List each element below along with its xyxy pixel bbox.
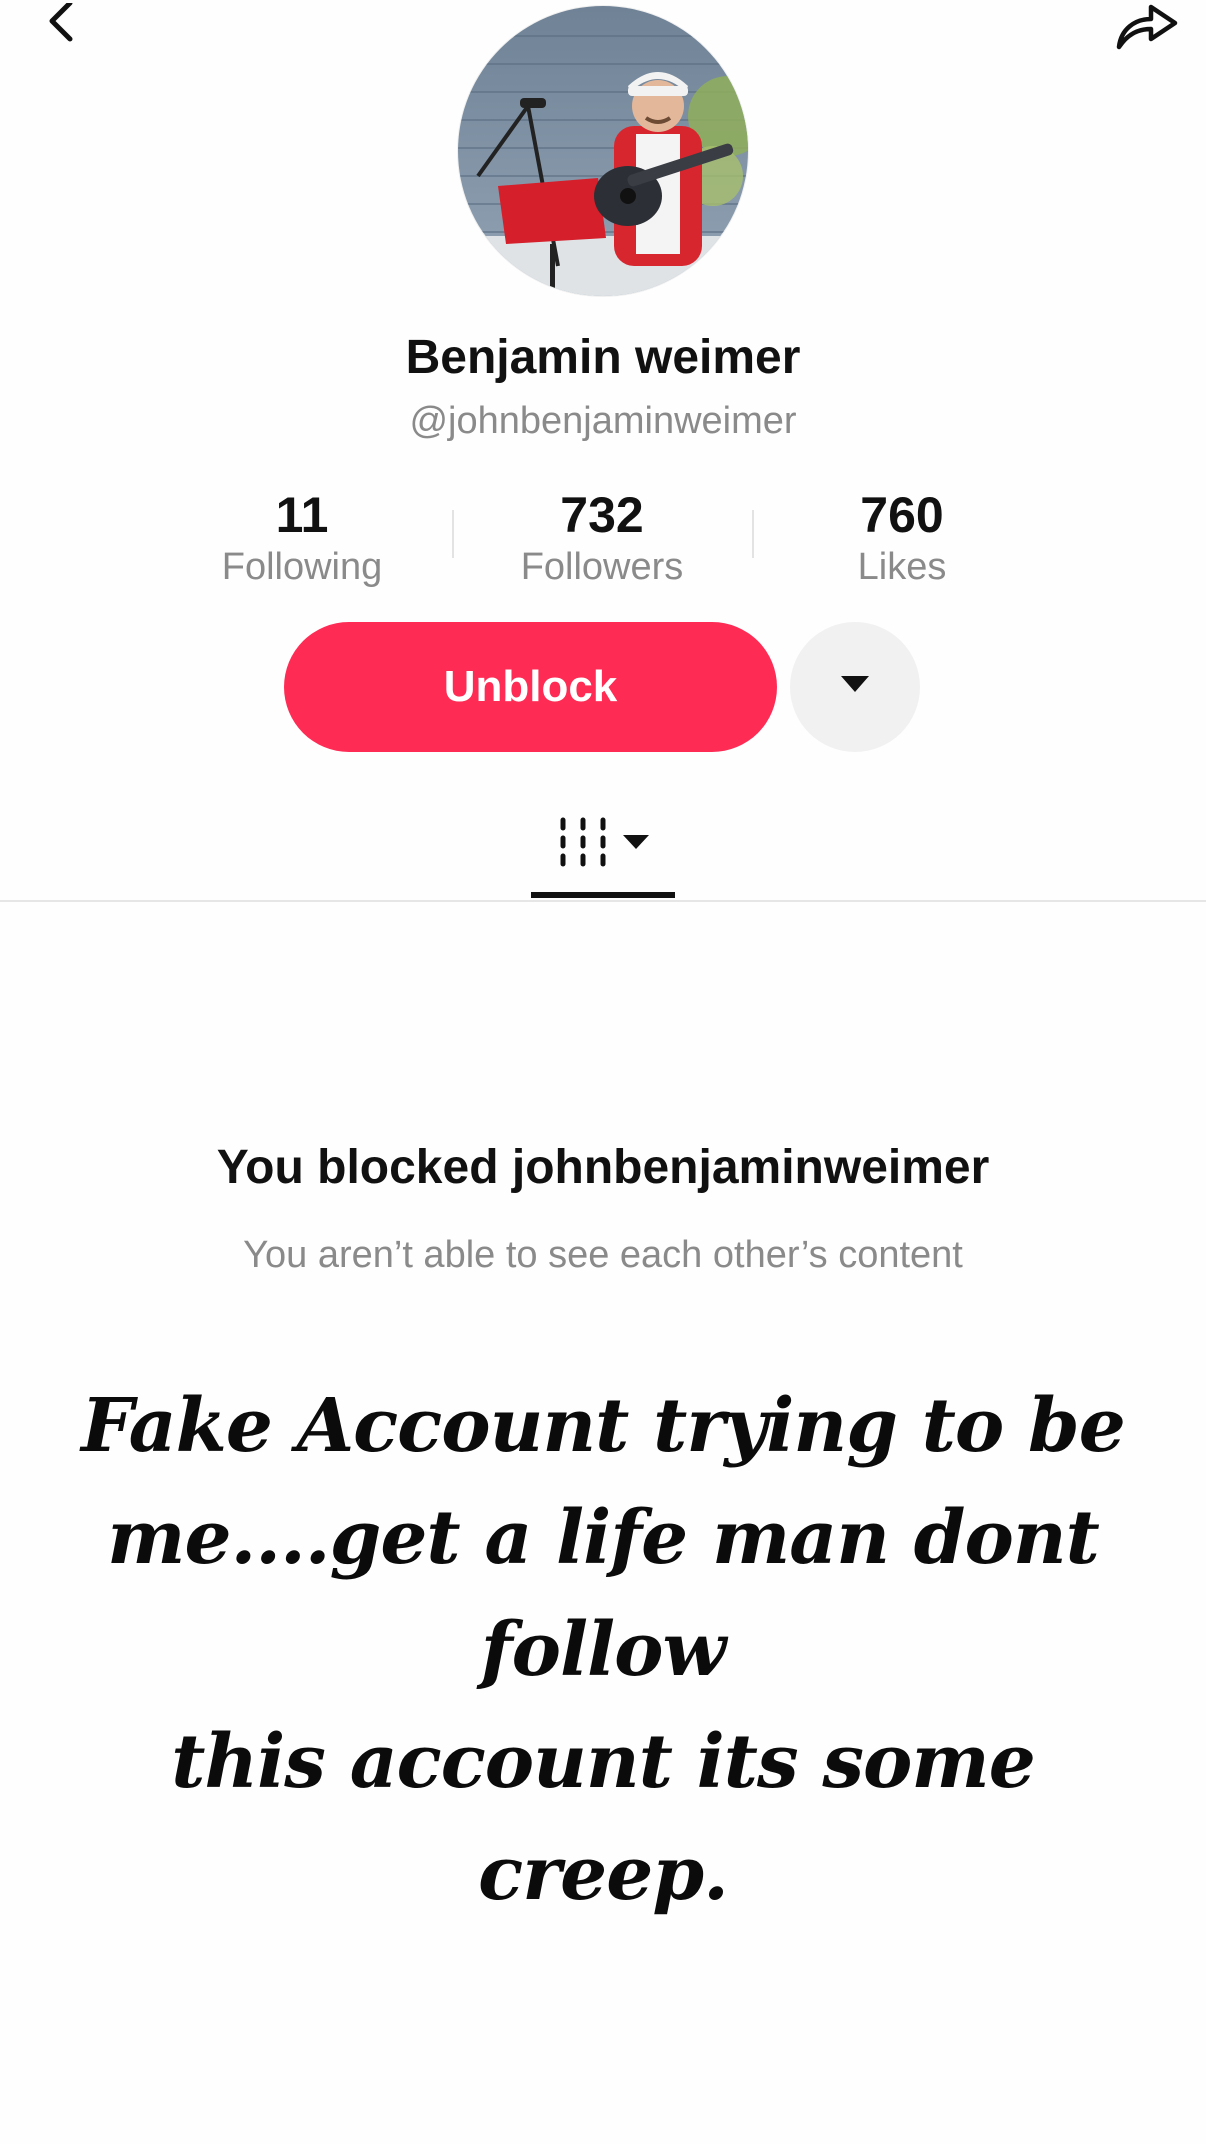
- share-button[interactable]: [1106, 0, 1186, 60]
- display-name: Benjamin weimer: [405, 331, 801, 384]
- profile-stats: 11 Following 732 Followers 760 Likes: [152, 486, 1054, 596]
- avatar-photo: [458, 6, 748, 296]
- stat-likes-count: 760: [860, 487, 944, 543]
- stat-likes-label: Likes: [857, 546, 947, 588]
- share-arrow-icon: [1111, 3, 1181, 58]
- stat-followers-count: 732: [560, 487, 644, 543]
- blocked-subtitle: You aren’t able to see each other’s cont…: [243, 1234, 963, 1276]
- avatar[interactable]: [458, 6, 748, 296]
- stat-divider: [452, 510, 454, 558]
- caret-down-icon: [841, 675, 869, 699]
- stat-following-count: 11: [275, 487, 329, 543]
- unblock-button[interactable]: Unblock: [284, 622, 777, 752]
- stat-likes[interactable]: 760 Likes: [752, 486, 1052, 596]
- stat-following-label: Following: [221, 546, 383, 588]
- tab-videos[interactable]: [531, 790, 675, 900]
- more-options-button[interactable]: [790, 622, 920, 752]
- overlay-caption-line: me....get a life man dont follow: [107, 1495, 1100, 1693]
- overlay-caption: Fake Account trying to be me....get a li…: [40, 1370, 1166, 1930]
- stat-following[interactable]: 11 Following: [152, 486, 452, 596]
- stat-followers-label: Followers: [520, 546, 684, 588]
- blocked-title: You blocked johnbenjaminweimer: [216, 1141, 990, 1194]
- stat-followers[interactable]: 732 Followers: [452, 486, 752, 596]
- stat-divider: [752, 510, 754, 558]
- username: @johnbenjaminweimer: [409, 400, 797, 442]
- content-tab-bar: [0, 790, 1206, 902]
- overlay-caption-line: this account its some creep.: [171, 1719, 1036, 1917]
- back-button[interactable]: [20, 0, 100, 60]
- caret-down-icon: [623, 834, 649, 856]
- chevron-left-icon: [38, 0, 82, 58]
- tab-active-indicator: [531, 892, 675, 898]
- overlay-caption-line: Fake Account trying to be: [81, 1383, 1126, 1469]
- grid-videos-icon: [557, 816, 609, 875]
